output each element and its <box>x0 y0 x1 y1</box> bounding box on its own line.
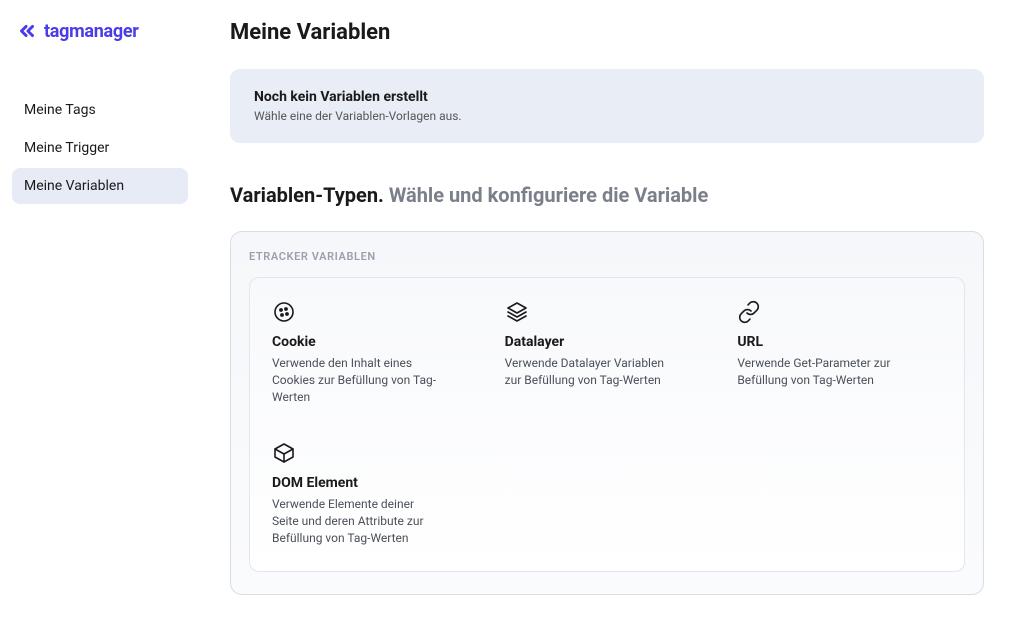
type-title: URL <box>737 334 942 350</box>
type-desc: Verwende Elemente deiner Seite und deren… <box>272 496 442 546</box>
page-title: Meine Variablen <box>230 20 984 45</box>
type-title: Cookie <box>272 334 477 350</box>
type-item-url[interactable]: URL Verwende Get-Parameter zur Befüllung… <box>737 300 942 405</box>
type-desc: Verwende Get-Parameter zur Befüllung von… <box>737 355 907 389</box>
section-heading: Variablen-Typen. Wähle und konfiguriere … <box>230 183 984 207</box>
app-root: tagmanager Meine Tags Meine Trigger Mein… <box>0 0 1024 619</box>
sidebar-nav: Meine Tags Meine Trigger Meine Variablen <box>12 92 188 204</box>
type-item-dom-element[interactable]: DOM Element Verwende Elemente deiner Sei… <box>272 441 477 546</box>
type-desc: Verwende Datalayer Variablen zur Befüllu… <box>505 355 675 389</box>
sidebar-item-variablen[interactable]: Meine Variablen <box>12 168 188 204</box>
notice-subtitle: Wähle eine der Variablen-Vorlagen aus. <box>254 109 960 123</box>
sidebar-item-label: Meine Tags <box>24 102 96 118</box>
chevrons-left-icon <box>16 20 38 42</box>
types-group-label: ETRACKER VARIABLEN <box>249 250 965 263</box>
type-title: DOM Element <box>272 475 477 491</box>
section-heading-strong: Variablen-Typen. <box>230 183 384 207</box>
link-icon <box>737 300 761 324</box>
sidebar-item-trigger[interactable]: Meine Trigger <box>12 130 188 166</box>
type-desc: Verwende den Inhalt eines Cookies zur Be… <box>272 355 442 405</box>
main-content: Meine Variablen Noch kein Variablen erst… <box>200 0 1024 619</box>
sidebar-item-label: Meine Variablen <box>24 178 124 194</box>
types-card: ETRACKER VARIABLEN <box>230 231 984 595</box>
types-inner: Cookie Verwende den Inhalt eines Cookies… <box>249 277 965 572</box>
sidebar: tagmanager Meine Tags Meine Trigger Mein… <box>0 0 200 619</box>
layers-icon <box>505 300 529 324</box>
type-item-cookie[interactable]: Cookie Verwende den Inhalt eines Cookies… <box>272 300 477 405</box>
box-icon <box>272 441 296 465</box>
sidebar-item-label: Meine Trigger <box>24 140 109 156</box>
sidebar-item-tags[interactable]: Meine Tags <box>12 92 188 128</box>
section-heading-light: Wähle und konfiguriere die Variable <box>389 183 708 207</box>
cookie-icon <box>272 300 296 324</box>
logo-text: tagmanager <box>44 21 139 42</box>
type-item-datalayer[interactable]: Datalayer Verwende Datalayer Variablen z… <box>505 300 710 405</box>
notice-title: Noch kein Variablen erstellt <box>254 89 960 105</box>
logo[interactable]: tagmanager <box>12 20 188 42</box>
types-grid: Cookie Verwende den Inhalt eines Cookies… <box>272 300 942 547</box>
type-title: Datalayer <box>505 334 710 350</box>
empty-notice: Noch kein Variablen erstellt Wähle eine … <box>230 69 984 143</box>
